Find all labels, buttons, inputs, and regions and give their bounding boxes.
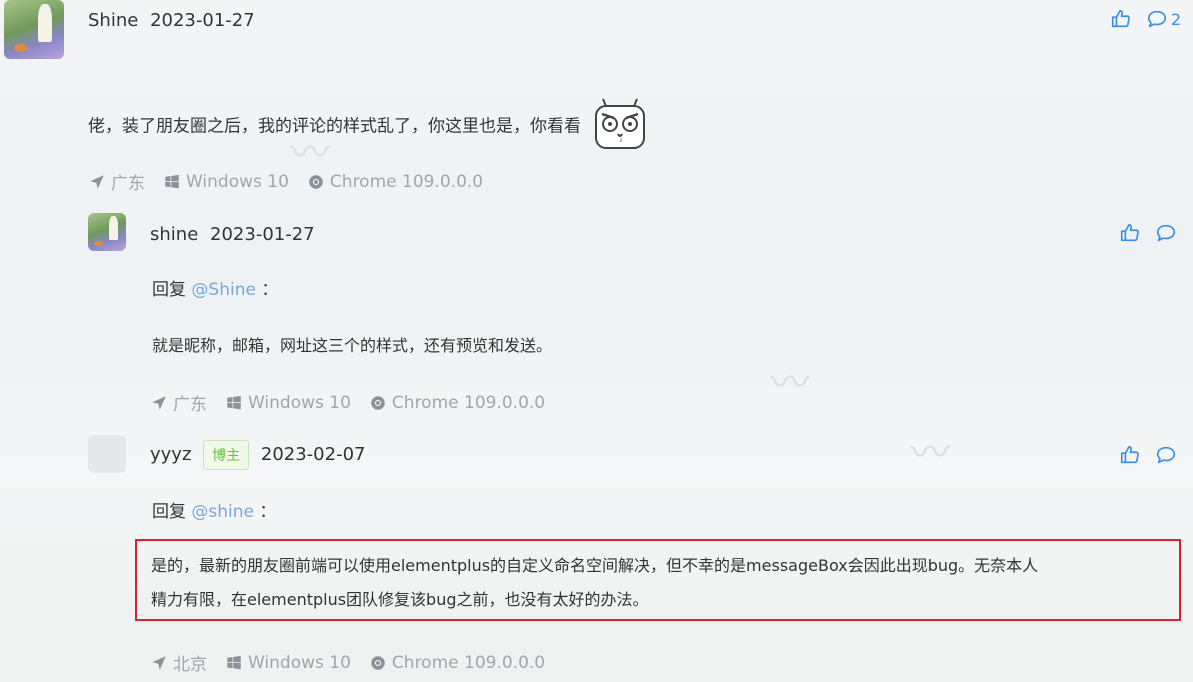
comment-header: yyyz 博主 2023-02-07: [150, 440, 365, 470]
like-button[interactable]: [1119, 222, 1141, 244]
meta-os: Windows 10: [225, 653, 351, 673]
meta-os: Windows 10: [163, 172, 289, 192]
location-arrow-icon: [152, 395, 166, 410]
angry-face-emoji-icon: [592, 96, 648, 157]
comment-body-line: 精力有限，在elementplus团队修复该bug之前，也没有太好的办法。: [151, 590, 649, 609]
chrome-icon: [371, 395, 385, 410]
comment-body-line: 是的，最新的朋友圈前端可以使用elementplus的自定义命名空间解决，但不幸…: [151, 556, 1039, 575]
meta-location: 广东: [88, 169, 145, 194]
comment-icon: [1156, 224, 1176, 242]
comment-actions: [1119, 222, 1177, 244]
author-name[interactable]: yyyz: [150, 444, 191, 465]
mention-link[interactable]: @shine: [191, 502, 254, 522]
comment-body: 就是昵称，邮箱，网址这三个的样式，还有预览和发送。: [152, 336, 553, 355]
mention-link[interactable]: @Shine: [191, 280, 256, 300]
avatar[interactable]: [4, 0, 64, 59]
comment-date: 2023-02-07: [260, 444, 366, 465]
highlighted-comment-body: 是的，最新的朋友圈前端可以使用elementplus的自定义命名空间解决，但不幸…: [135, 539, 1181, 621]
meta-location: 广东: [150, 390, 207, 415]
avatar[interactable]: [88, 435, 126, 473]
meta-location: 北京: [150, 650, 207, 675]
meta-os: Windows 10: [225, 393, 351, 413]
bird-decoration: 〰: [910, 430, 950, 476]
location-arrow-icon: [90, 174, 104, 189]
comment-meta: 广东 Windows 10 Chrome 109.0.0.0: [150, 390, 545, 415]
location-arrow-icon: [152, 655, 166, 670]
reply-button[interactable]: [1155, 222, 1177, 244]
reply-count: 2: [1170, 9, 1181, 29]
comment-icon: [1156, 446, 1176, 464]
reply-button[interactable]: 2: [1146, 8, 1181, 30]
comment-date: 2023-01-27: [150, 10, 255, 31]
chrome-icon: [371, 655, 385, 670]
meta-browser: Chrome 109.0.0.0: [369, 653, 545, 673]
thumbs-up-icon: [1120, 223, 1139, 242]
windows-icon: [227, 395, 241, 409]
avatar[interactable]: [88, 213, 126, 251]
reply-to-line: 回复 @Shine ：: [152, 280, 279, 300]
comment-text: 佬，装了朋友圈之后，我的评论的样式乱了，你这里也是，你看看: [88, 96, 648, 157]
comment-date: 2023-01-27: [210, 224, 315, 245]
meta-browser: Chrome 109.0.0.0: [307, 172, 483, 192]
comment-body: 佬，装了朋友圈之后，我的评论的样式乱了，你这里也是，你看看: [88, 116, 581, 137]
comment-meta: 北京 Windows 10 Chrome 109.0.0.0: [150, 650, 545, 675]
comment-meta: 广东 Windows 10 Chrome 109.0.0.0: [88, 169, 483, 194]
windows-icon: [227, 655, 241, 669]
thumbs-up-icon: [1111, 9, 1130, 28]
author-name[interactable]: Shine: [88, 10, 138, 31]
windows-icon: [165, 174, 179, 188]
meta-browser: Chrome 109.0.0.0: [369, 393, 545, 413]
author-name[interactable]: shine: [150, 224, 198, 245]
author-badge: 博主: [203, 440, 250, 470]
comment-actions: 2: [1110, 8, 1181, 30]
comment-icon: [1147, 10, 1166, 28]
reply-button[interactable]: [1155, 444, 1177, 466]
reply-to-line: 回复 @shine ：: [152, 502, 277, 522]
comment-actions: [1119, 444, 1177, 466]
like-button[interactable]: [1119, 444, 1141, 466]
thumbs-up-icon: [1120, 445, 1139, 464]
like-button[interactable]: [1110, 8, 1132, 30]
bird-decoration: 〰: [770, 360, 810, 406]
comment-header: shine 2023-01-27: [150, 224, 315, 245]
comment-header: Shine 2023-01-27: [88, 10, 255, 31]
chrome-icon: [309, 174, 323, 189]
